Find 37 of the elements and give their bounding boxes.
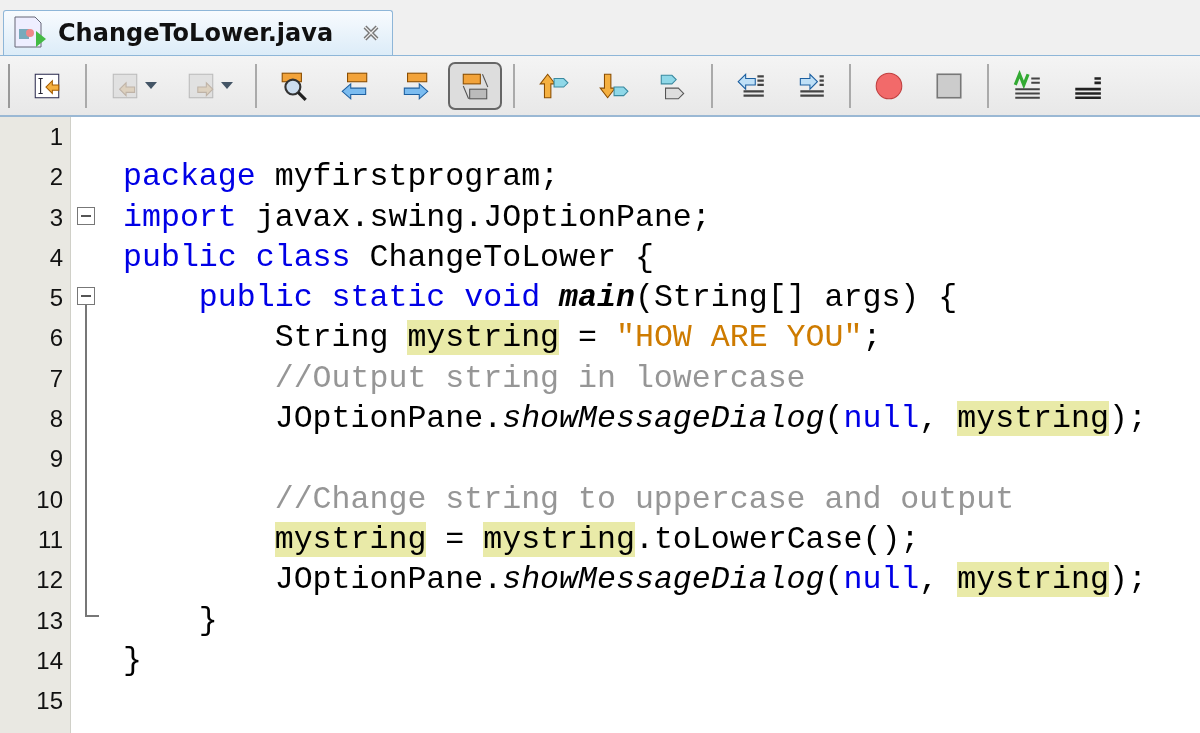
line-number: 3 — [48, 202, 64, 233]
file-tab[interactable]: ChangeToLower.java — [3, 10, 393, 55]
java-file-icon — [12, 15, 48, 51]
line-number: 12 — [35, 565, 64, 596]
line-number: 8 — [48, 404, 64, 435]
line-number: 2 — [48, 162, 64, 193]
code-line: public static void main(String[] args) { — [197, 279, 959, 318]
fold-toggle-icon[interactable] — [77, 287, 95, 306]
fold-toggle-icon[interactable] — [77, 206, 95, 225]
line-number: 15 — [35, 686, 64, 717]
code-line: JOptionPane.showMessageDialog(null, mystring); — [273, 400, 1147, 439]
code-line: } — [197, 601, 219, 640]
line-number: 14 — [35, 645, 64, 676]
tab-title: ChangeToLower.java — [58, 19, 335, 47]
line-number: 13 — [35, 605, 64, 636]
code-line: } — [123, 641, 143, 680]
code-line: mystring = mystring.toLowerCase(); — [273, 520, 921, 559]
fold-end-marker — [85, 600, 99, 617]
wave-lines-icon — [1011, 69, 1043, 102]
code-line: String mystring = "HOW ARE YOU"; — [273, 319, 883, 358]
line-number: 11 — [37, 524, 64, 555]
code-line: JOptionPane.showMessageDialog(null, mystring); — [273, 561, 1147, 600]
code-line: //Output string in lowercase — [273, 359, 807, 398]
code-line: //Change string to uppercase and output — [273, 480, 1016, 519]
line-number: 4 — [48, 242, 64, 273]
caret-icon — [145, 81, 157, 90]
code-line: public class ChangeToLower { — [123, 238, 655, 277]
line-number: 10 — [35, 484, 64, 515]
code-line: package myfirstprogram; — [123, 158, 561, 197]
line-number: 1 — [48, 122, 64, 152]
code-line: import javax.swing.JOptionPane; — [123, 198, 712, 237]
line-number: 9 — [48, 444, 64, 475]
line-number: 5 — [48, 283, 64, 314]
close-icon[interactable] — [362, 24, 380, 42]
caret-icon — [221, 81, 233, 90]
line-number: 6 — [48, 323, 64, 354]
line-number: 7 — [48, 363, 64, 394]
